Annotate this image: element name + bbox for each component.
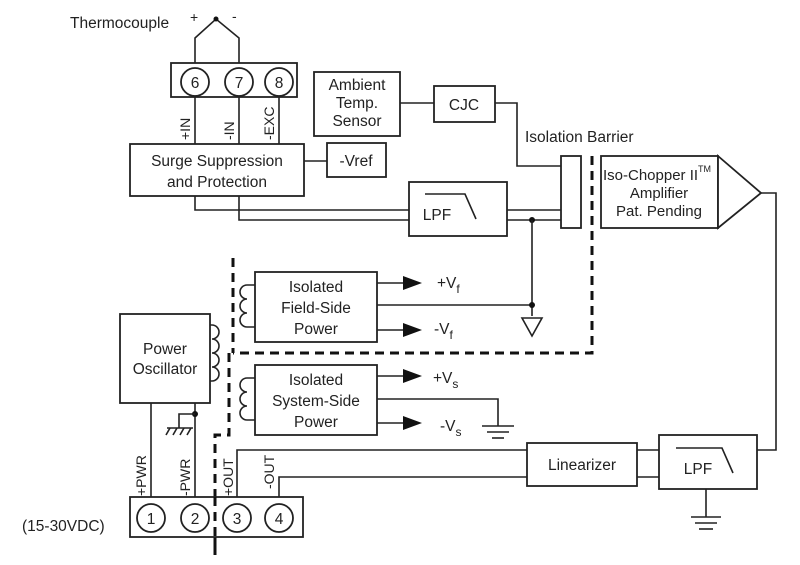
iso-chopper-amplifier: Iso-Chopper II TM Amplifier Pat. Pending xyxy=(600,154,763,230)
terminal-4-number: 4 xyxy=(275,511,284,528)
label-minus-pwr: -PWR xyxy=(177,459,193,496)
signal-conditioner-block-diagram: Thermocouple + - 6 7 8 +IN -IN -EXC Surg… xyxy=(22,8,777,555)
terminal-7[interactable]: 7 xyxy=(224,67,254,97)
wire-system-common xyxy=(377,398,499,426)
arrow-vs-minus-icon xyxy=(403,416,422,430)
arrow-vs-plus-icon xyxy=(403,369,422,383)
isolation-barrier-label: Isolation Barrier xyxy=(525,129,634,146)
vref-block: -Vref xyxy=(326,142,387,178)
vf-plus-label: +Vf xyxy=(437,275,460,296)
ambient-line-3: Sensor xyxy=(332,113,381,130)
vs-plus-label: +Vs xyxy=(433,370,458,391)
field-power-line-1: Isolated xyxy=(289,279,343,296)
terminal-1[interactable]: 1 xyxy=(136,503,166,533)
label-minus-out: -OUT xyxy=(261,454,277,489)
field-common-dot xyxy=(529,302,535,308)
surge-line-1: Surge Suppression xyxy=(151,153,283,170)
linearizer-block: Linearizer xyxy=(526,442,638,487)
surge-suppression-block: Surge Suppression and Protection xyxy=(129,143,305,197)
vs-minus-label: -Vs xyxy=(440,418,462,439)
terminal-2[interactable]: 2 xyxy=(180,503,210,533)
ambient-line-2: Temp. xyxy=(336,95,378,112)
cjc-label: CJC xyxy=(449,97,479,114)
system-side-power-block: Isolated System-Side Power xyxy=(254,364,378,436)
field-power-line-3: Power xyxy=(294,321,338,338)
vref-label: -Vref xyxy=(339,153,373,170)
amplifier-line-2: Amplifier xyxy=(630,185,688,202)
label-plus-in: +IN xyxy=(177,118,193,140)
thermocouple-label: Thermocouple xyxy=(70,15,169,32)
vf-minus-label: -Vf xyxy=(434,321,454,342)
wire-amp-output-lpf xyxy=(757,192,777,451)
oscillator-line-2: Oscillator xyxy=(133,361,198,378)
cjc-block: CJC xyxy=(433,85,496,123)
label-minus-in: -IN xyxy=(221,121,237,140)
wire-chassis-ground xyxy=(178,413,195,428)
thermocouple-plus: + xyxy=(190,9,198,25)
wire-surge-lpf-2 xyxy=(238,196,409,221)
system-power-line-3: Power xyxy=(294,414,338,431)
system-transformer-coil-icon xyxy=(239,377,255,421)
terminal-8[interactable]: 8 xyxy=(264,67,294,97)
system-power-line-2: System-Side xyxy=(272,393,360,410)
field-side-power-block: Isolated Field-Side Power xyxy=(254,271,378,343)
power-oscillator-block: Power Oscillator xyxy=(119,313,211,404)
oscillator-transformer-coil-icon xyxy=(210,324,220,382)
label-minus-exc: -EXC xyxy=(261,107,277,140)
thermocouple: Thermocouple + - xyxy=(70,8,240,63)
input-terminal-block: 6 7 8 +IN -IN -EXC xyxy=(170,62,298,144)
field-ground-icon xyxy=(520,317,544,338)
ambient-line-1: Ambient xyxy=(329,77,387,94)
arrow-vf-minus-icon xyxy=(403,323,422,337)
field-power-line-2: Field-Side xyxy=(281,300,351,317)
system-power-line-1: Isolated xyxy=(289,372,343,389)
terminal-1-number: 1 xyxy=(147,511,156,528)
ambient-temp-sensor-block: Ambient Temp. Sensor xyxy=(313,71,401,137)
label-plus-pwr: +PWR xyxy=(133,455,149,496)
surge-line-2: and Protection xyxy=(167,174,267,191)
terminal-3[interactable]: 3 xyxy=(222,503,252,533)
terminal-4[interactable]: 4 xyxy=(264,503,294,533)
field-transformer-coil-icon xyxy=(239,284,255,328)
amplifier-trademark: TM xyxy=(698,164,711,174)
output-lpf-block: LPF xyxy=(658,434,758,490)
input-lpf-block: LPF xyxy=(408,181,508,237)
chassis-ground-icon xyxy=(165,427,193,436)
system-ground-icon xyxy=(482,425,514,439)
output-terminal-block: +PWR -PWR +OUT -OUT 1 2 3 4 (15-30VDC) xyxy=(22,454,304,538)
input-lpf-label: LPF xyxy=(423,207,451,224)
terminal-8-number: 8 xyxy=(275,75,284,92)
terminal-3-number: 3 xyxy=(233,511,242,528)
oscillator-line-1: Power xyxy=(143,341,187,358)
isolation-coupler xyxy=(560,155,582,229)
terminal-6[interactable]: 6 xyxy=(180,67,210,97)
wire-surge-lpf-1 xyxy=(194,196,409,211)
terminal-6-number: 6 xyxy=(191,75,200,92)
supply-range-label: (15-30VDC) xyxy=(22,518,105,535)
terminal-7-number: 7 xyxy=(235,75,244,92)
wire-out-minus xyxy=(278,476,527,537)
thermocouple-minus: - xyxy=(232,8,237,24)
output-lpf-label: LPF xyxy=(684,461,712,478)
thermocouple-junction-dot xyxy=(213,16,219,22)
amplifier-line-3: Pat. Pending xyxy=(616,203,702,220)
linearizer-label: Linearizer xyxy=(548,457,616,474)
thermocouple-junction-wire xyxy=(194,17,240,63)
output-ground-icon xyxy=(691,516,721,530)
amplifier-line-1: Iso-Chopper II xyxy=(603,167,698,184)
terminal-2-number: 2 xyxy=(191,511,200,528)
arrow-vf-plus-icon xyxy=(403,276,422,290)
label-plus-out: +OUT xyxy=(220,458,236,496)
